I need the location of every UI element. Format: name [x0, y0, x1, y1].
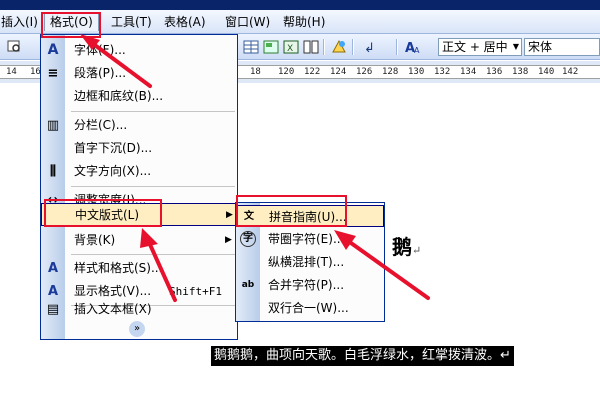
menu-item-text-direction[interactable]: ⫼ 文字方向(X)...	[41, 160, 237, 183]
menu-item-label: 分栏(C)...	[74, 118, 128, 132]
format-menu-dropdown: A 字体(F)... ≡ 段落(P)... 边框和底纹(B)... ▥ 分栏(C…	[40, 34, 238, 340]
menu-item-styles-formatting[interactable]: A 样式和格式(S)...	[41, 257, 237, 280]
menu-window[interactable]: 窗口(W)	[220, 13, 275, 31]
svg-text:A: A	[414, 46, 420, 55]
enclosed-char-icon: 字	[240, 231, 256, 247]
submenu-arrow-icon: ▶	[225, 235, 232, 245]
styles-pane-icon[interactable]: AA	[404, 38, 422, 56]
menu-item-columns[interactable]: ▥ 分栏(C)...	[41, 114, 237, 137]
ruler-tick: 122	[304, 67, 321, 77]
paragraph-icon: ≡	[47, 65, 59, 81]
menu-item-borders-shading[interactable]: 边框和底纹(B)...	[41, 85, 237, 108]
ruler-tick: 138	[512, 67, 529, 77]
ruler-tick: 132	[434, 67, 451, 77]
text-box-icon: ▤	[46, 301, 60, 317]
submenu-item-enclosed-characters[interactable]: 字 带圈字符(E)...	[236, 228, 384, 250]
enclosed-character-text[interactable]: 鹅↵	[392, 235, 421, 263]
menu-item-background[interactable]: 背景(K) ▶	[41, 229, 237, 252]
menu-item-label: 双行合一(W)...	[268, 301, 349, 315]
svg-text:X: X	[287, 44, 293, 54]
columns-icon: ▥	[46, 117, 60, 133]
menu-insert[interactable]: 插入(I)	[0, 13, 43, 31]
ruler-tick: 126	[356, 67, 373, 77]
paragraph-mark: ↵	[412, 244, 422, 257]
text-direction-icon: ⫼	[50, 163, 56, 179]
submenu-item-horizontal-in-vertical[interactable]: 纵横混排(T)...	[236, 251, 384, 273]
svg-text:↲: ↲	[364, 41, 375, 56]
menu-item-label: 合并字符(P)...	[268, 278, 345, 292]
insert-excel-icon[interactable]: X	[282, 38, 300, 56]
menu-separator	[71, 186, 235, 187]
menu-help[interactable]: 帮助(H)	[278, 13, 330, 31]
print-preview-icon[interactable]	[6, 38, 22, 54]
annotation-box-phonetic-guide	[236, 195, 347, 227]
menu-separator	[71, 111, 235, 112]
menu-item-font[interactable]: A 字体(F)...	[41, 39, 237, 62]
font-dropdown[interactable]: 宋体	[524, 38, 600, 56]
drawing-icon[interactable]	[330, 38, 348, 56]
ruler-tick: 140	[538, 67, 555, 77]
styles-icon: A	[47, 260, 59, 276]
columns-icon[interactable]	[302, 38, 320, 56]
menu-item-label: 纵横混排(T)...	[268, 255, 345, 269]
font-dropdown-value: 宋体	[528, 40, 553, 54]
menu-item-label: 样式和格式(S)...	[74, 261, 163, 275]
toolbar-separator	[352, 39, 354, 55]
annotation-box-asian-layout	[44, 199, 162, 227]
menu-item-label: 文字方向(X)...	[74, 164, 152, 178]
insert-table-icon[interactable]	[262, 38, 280, 56]
ruler-tick: 18	[250, 67, 261, 77]
font-A-icon: A	[47, 41, 59, 58]
ruler-tick: 120	[278, 67, 295, 77]
window-title-strip	[0, 0, 600, 10]
menu-item-label: 背景(K)	[74, 233, 116, 247]
show-hide-marks-icon[interactable]: ↲	[360, 38, 378, 56]
expand-menu-icon[interactable]: »	[129, 321, 145, 337]
menu-item-label: 插入文本框(X)	[74, 302, 152, 316]
big-character: 鹅	[392, 235, 412, 259]
chevron-down-icon[interactable]: ▼	[513, 39, 519, 55]
table-icon[interactable]	[242, 38, 260, 56]
menu-item-label: 带圈字符(E)...	[268, 232, 345, 246]
menu-item-label: 边框和底纹(B)...	[74, 89, 164, 103]
menu-item-paragraph[interactable]: ≡ 段落(P)...	[41, 62, 237, 85]
ruler-tick: 124	[330, 67, 347, 77]
ruler-tick: 14	[6, 67, 17, 77]
ruler-tick: 134	[460, 67, 477, 77]
submenu-item-combine-characters[interactable]: ab 合并字符(P)...	[236, 274, 384, 296]
combine-chars-icon: ab	[241, 280, 255, 290]
menu-tools[interactable]: 工具(T)	[106, 13, 157, 31]
menu-separator	[71, 254, 235, 255]
toolbar-separator	[323, 39, 325, 55]
annotation-box-format-menu	[41, 12, 101, 38]
ruler-tick: 128	[382, 67, 399, 77]
submenu-arrow-icon: ▶	[226, 210, 233, 220]
menu-table[interactable]: 表格(A)	[159, 13, 211, 31]
toolbar-separator	[396, 39, 398, 55]
menu-item-insert-text-box[interactable]: ▤ 插入文本框(X)	[41, 298, 237, 321]
style-dropdown-value: 正文 + 居中	[442, 40, 508, 54]
menu-item-label: 字体(F)...	[74, 43, 126, 57]
ruler-tick: 142	[562, 67, 579, 77]
ruler-tick: 136	[486, 67, 503, 77]
menu-item-label: 首字下沉(D)...	[74, 141, 153, 155]
selected-text-line[interactable]: 鹅鹅鹅，曲项向天歌。白毛浮绿水，红掌拨清波。↵	[211, 346, 514, 366]
menu-item-drop-cap[interactable]: 首字下沉(D)...	[41, 137, 237, 160]
menu-item-label: 段落(P)...	[74, 66, 127, 80]
submenu-item-two-lines-in-one[interactable]: 双行合一(W)...	[236, 297, 384, 319]
style-dropdown[interactable]: 正文 + 居中 ▼	[438, 38, 522, 56]
ruler-tick: 130	[408, 67, 425, 77]
